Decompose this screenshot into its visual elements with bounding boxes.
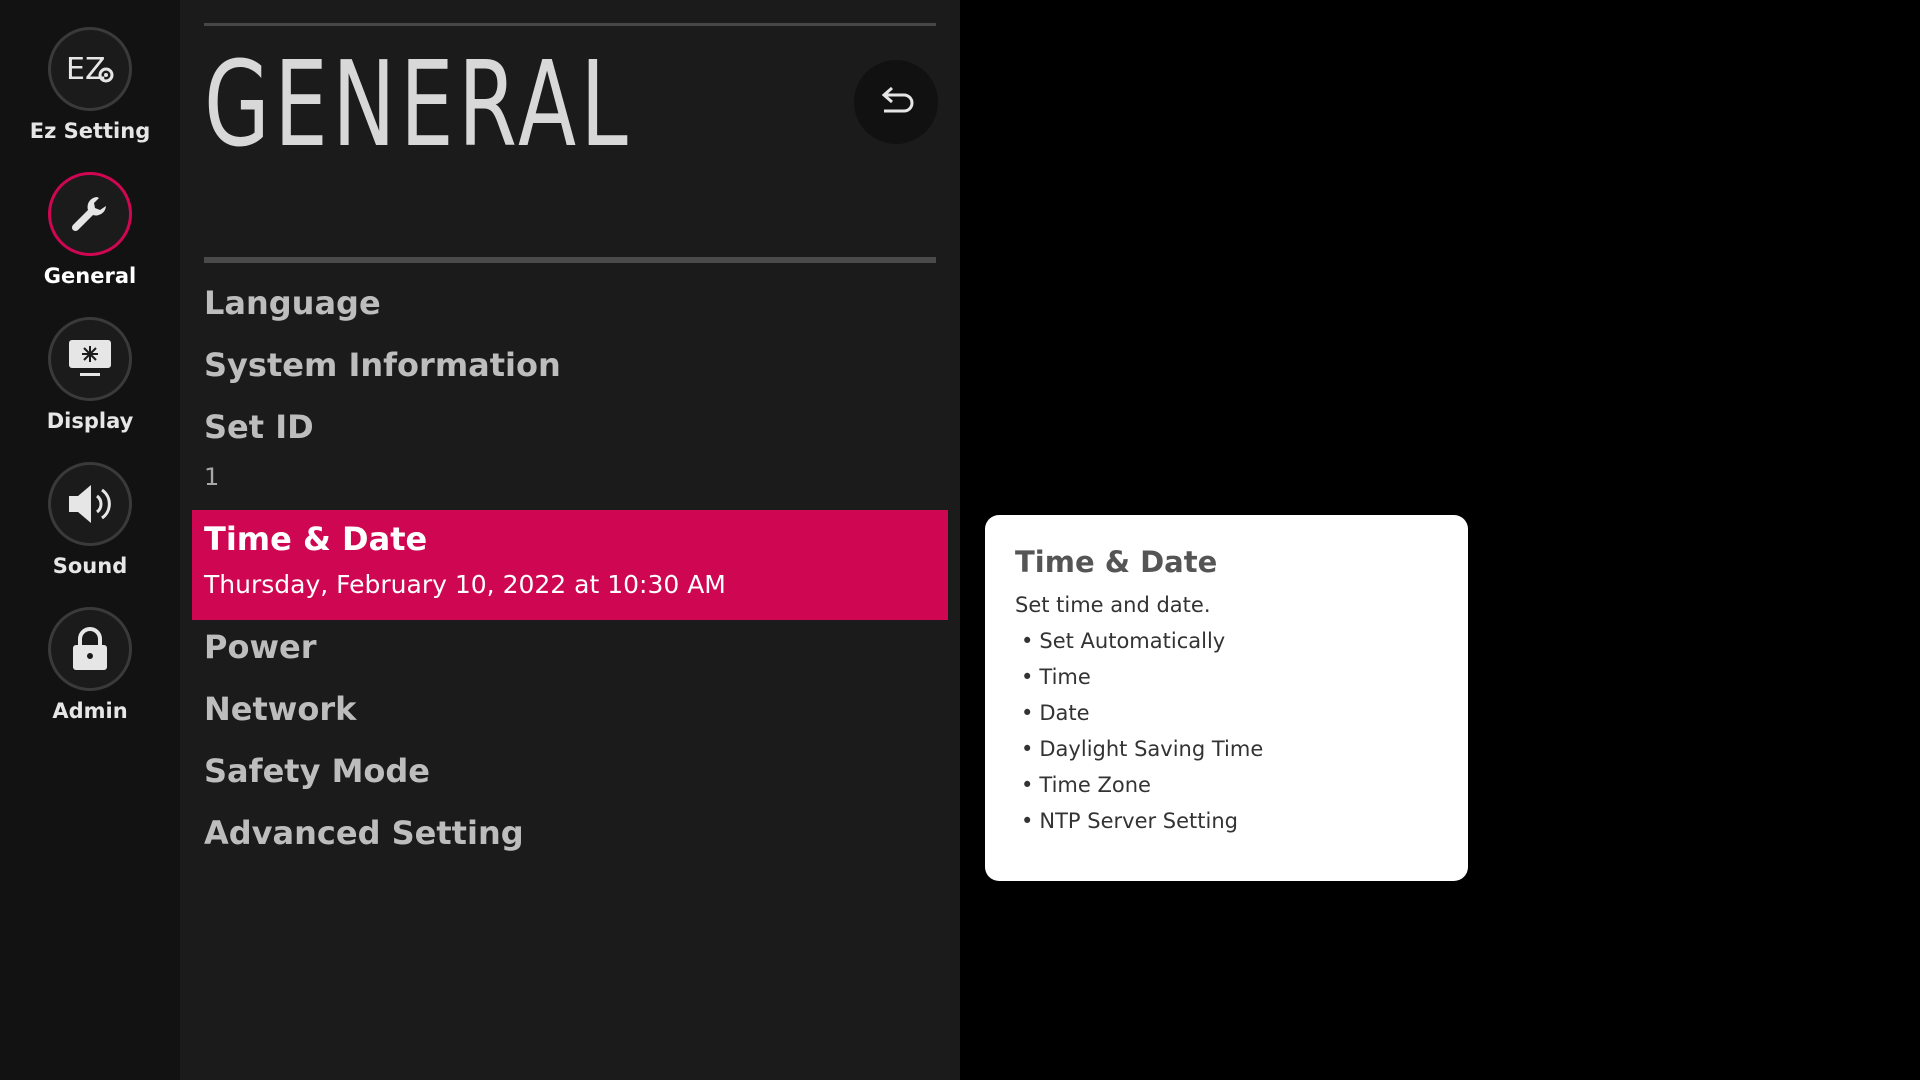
rail-label: Sound <box>52 554 128 578</box>
divider <box>204 257 936 263</box>
menu-item-language[interactable]: Language <box>204 284 381 322</box>
menu-item-set-id[interactable]: Set ID <box>204 408 314 446</box>
rail-label: Display <box>46 409 134 433</box>
list-item: • Daylight Saving Time <box>1021 737 1264 761</box>
list-item: • NTP Server Setting <box>1021 809 1238 833</box>
info-title: Time & Date <box>1015 545 1218 579</box>
menu-item-label: Time & Date <box>204 520 428 558</box>
rail-item-sound[interactable]: Sound <box>0 462 180 602</box>
lock-icon <box>48 607 132 691</box>
list-item: • Date <box>1021 701 1090 725</box>
rail-item-admin[interactable]: Admin <box>0 607 180 747</box>
menu-item-system-information[interactable]: System Information <box>204 346 561 384</box>
set-id-value: 1 <box>204 463 220 491</box>
svg-text:EZ: EZ <box>66 52 106 87</box>
menu-item-safety-mode[interactable]: Safety Mode <box>204 752 430 790</box>
rail-label: General <box>43 264 137 288</box>
ez-setting-icon: EZ <box>48 27 132 111</box>
menu-item-advanced-setting[interactable]: Advanced Setting <box>204 814 524 852</box>
back-button[interactable] <box>854 60 938 144</box>
menu-item-network[interactable]: Network <box>204 690 356 728</box>
menu-item-power[interactable]: Power <box>204 628 316 666</box>
list-item: • Set Automatically <box>1021 629 1226 653</box>
back-arrow-icon <box>881 86 914 113</box>
list-item: • Time Zone <box>1021 773 1151 797</box>
rail-label: Admin <box>52 699 128 723</box>
info-card: Time & Date Set time and date. • Set Auto… <box>985 515 1468 881</box>
page-title: GENERAL <box>204 35 633 173</box>
menu-panel: GENERAL Language System Information Set … <box>180 0 960 1080</box>
wrench-icon <box>48 172 132 256</box>
rail-item-ez-setting[interactable]: EZ Ez Setting <box>0 27 180 167</box>
speaker-icon <box>48 462 132 546</box>
display-icon <box>48 317 132 401</box>
time-date-value: Thursday, February 10, 2022 at 10:30 AM <box>204 570 726 599</box>
list-item: • Time <box>1021 665 1091 689</box>
category-rail: EZ Ez Setting General Display Sound Admi… <box>0 0 180 1080</box>
divider <box>204 23 936 26</box>
info-list: • Set Automatically • Time • Date • Daylight… <box>1015 623 1438 839</box>
rail-item-general[interactable]: General <box>0 172 180 312</box>
rail-label: Ez Setting <box>29 119 151 143</box>
menu-item-time-date[interactable]: Time & Date Thursday, February 10, 2022 … <box>192 510 948 620</box>
info-description: Set time and date. <box>1015 593 1211 617</box>
rail-item-display[interactable]: Display <box>0 317 180 457</box>
